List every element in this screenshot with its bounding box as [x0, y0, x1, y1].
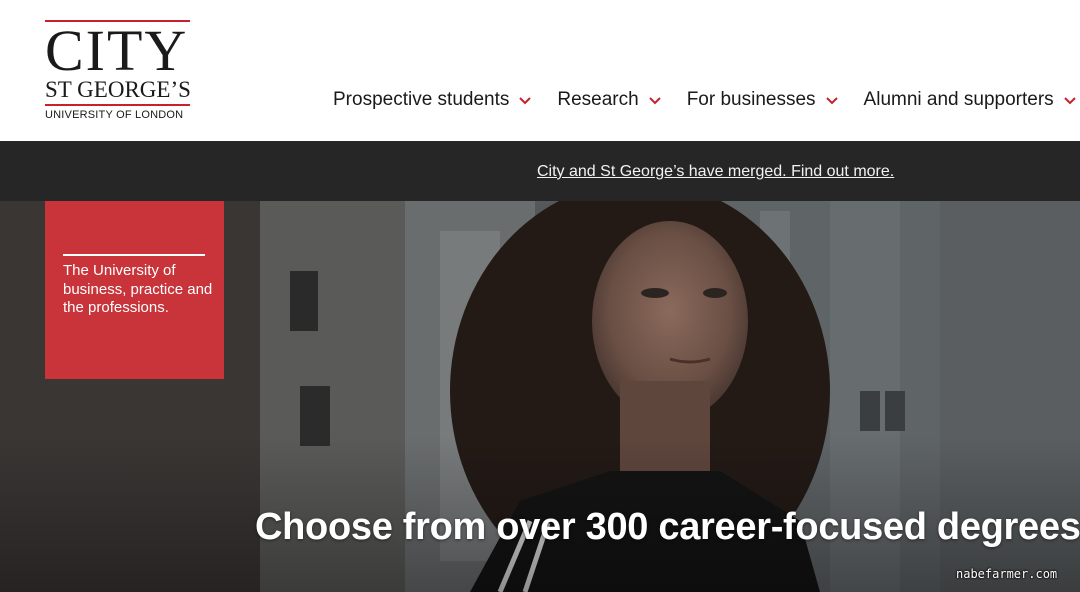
nav-item-alumni-and-supporters[interactable]: Alumni and supporters [864, 86, 1078, 114]
nav-item-for-businesses[interactable]: For businesses [687, 86, 840, 114]
chevron-down-icon [648, 97, 661, 105]
chevron-down-icon [1063, 97, 1076, 105]
hero-section: The University of business, practice and… [0, 201, 1080, 592]
tagline-text: The University of business, practice and… [63, 262, 213, 316]
announcement-bar: City and St George’s have merged. Find o… [0, 141, 1080, 201]
tagline-box: The University of business, practice and… [45, 201, 224, 379]
nav-item-label: For businesses [686, 89, 816, 110]
logo-middle-rule [45, 104, 190, 106]
site-header: CITY ST GEORGE’S UNIVERSITY OF LONDON Pr… [0, 0, 1080, 141]
nav-item-research[interactable]: Research [557, 86, 662, 114]
nav-item-label: Alumni and supporters [863, 89, 1054, 110]
main-navigation: Prospective students Research For busine… [333, 86, 1080, 114]
chevron-down-icon [825, 97, 838, 105]
nav-item-prospective-students[interactable]: Prospective students [333, 86, 533, 114]
logo-university-of-london-text: UNIVERSITY OF LONDON [45, 109, 184, 121]
chevron-down-icon [519, 97, 532, 105]
university-logo[interactable]: CITY ST GEORGE’S UNIVERSITY OF LONDON [45, 20, 191, 124]
tagline-rule [63, 254, 205, 256]
watermark-text: nabefarmer.com [956, 567, 1058, 581]
hero-headline: Choose from over 300 career-focused degr… [255, 506, 1080, 548]
logo-city-text: CITY [45, 18, 189, 83]
logo-st-georges-text: ST GEORGE’S [45, 77, 191, 102]
nav-item-label: Research [557, 89, 639, 110]
nav-item-label: Prospective students [333, 89, 510, 110]
merger-announcement-link[interactable]: City and St George’s have merged. Find o… [537, 161, 894, 183]
